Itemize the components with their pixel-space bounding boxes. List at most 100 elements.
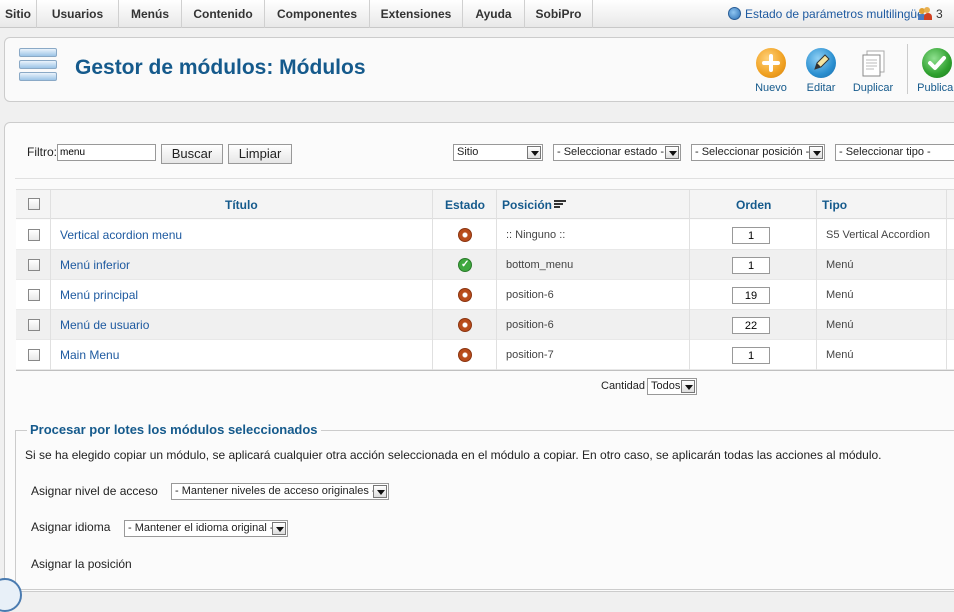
state-select-value: - Seleccionar estado - [557, 146, 664, 158]
menu-componentes[interactable]: Componentes [265, 0, 370, 28]
order-input[interactable] [732, 287, 770, 304]
column-order[interactable]: Orden [736, 190, 771, 220]
order-input[interactable] [732, 257, 770, 274]
multilang-status[interactable]: Estado de parámetros multilingüe [728, 0, 924, 28]
row-checkbox[interactable] [28, 289, 40, 301]
chevron-down-icon [373, 485, 387, 498]
edit-button[interactable]: Editar [793, 48, 849, 98]
table-row: Main Menu position-7 Menú [16, 340, 954, 370]
menu-menus[interactable]: Menús [119, 0, 182, 28]
edit-button-label: Editar [806, 82, 836, 94]
module-position: bottom_menu [506, 259, 574, 271]
new-button[interactable]: Nuevo [743, 48, 799, 98]
filter-label: Filtro: [27, 145, 57, 159]
menu-usuarios[interactable]: Usuarios [37, 0, 119, 28]
row-checkbox[interactable] [28, 259, 40, 271]
unpublished-status-icon[interactable] [458, 348, 472, 362]
chevron-down-icon [809, 146, 823, 159]
module-position: position-6 [506, 319, 554, 331]
column-title[interactable]: Título [225, 190, 258, 220]
module-manager-icon [19, 46, 61, 88]
row-checkbox[interactable] [28, 319, 40, 331]
add-icon [756, 48, 786, 78]
published-status-icon[interactable] [458, 258, 472, 272]
type-select-value: - Seleccionar tipo - [839, 146, 931, 158]
column-type[interactable]: Tipo [822, 190, 847, 220]
duplicate-button-label: Duplicar [852, 82, 894, 94]
column-position-label: Posición [502, 198, 553, 212]
sort-icon [554, 200, 567, 210]
main-panel: Filtro: Buscar Limpiar Sitio - Seleccion… [4, 122, 954, 592]
type-select[interactable]: - Seleccionar tipo - [835, 144, 954, 161]
chevron-down-icon [272, 522, 286, 535]
toolbar-separator [907, 44, 908, 94]
menu-contenido[interactable]: Contenido [182, 0, 265, 28]
unpublished-status-icon[interactable] [458, 318, 472, 332]
clear-button[interactable]: Limpiar [228, 144, 292, 164]
unpublished-status-icon[interactable] [458, 288, 472, 302]
chevron-down-icon [527, 146, 541, 159]
order-input[interactable] [732, 317, 770, 334]
row-checkbox[interactable] [28, 229, 40, 241]
toolbar: Gestor de módulos: Módulos Nuevo Editar … [4, 37, 954, 102]
edit-icon [806, 48, 836, 78]
module-type: Menú [826, 349, 854, 361]
table-row: Menú de usuario position-6 Menú [16, 310, 954, 340]
module-title-link[interactable]: Menú principal [60, 280, 138, 310]
new-button-label: Nuevo [755, 82, 787, 94]
position-label: Asignar la posición [31, 557, 132, 571]
module-type: Menú [826, 319, 854, 331]
publish-button-label: Publicar [917, 82, 954, 94]
position-select[interactable]: - Seleccionar posición - [691, 144, 825, 161]
batch-note: Si se ha elegido copiar un módulo, se ap… [25, 448, 882, 462]
chevron-down-icon [665, 146, 679, 159]
chevron-down-icon [681, 380, 695, 393]
table-row: Menú principal position-6 Menú [16, 280, 954, 310]
language-label: Asignar idioma [31, 520, 111, 534]
module-position: position-7 [506, 349, 554, 361]
duplicate-button[interactable]: Duplicar [845, 48, 901, 98]
quantity-select-value: Todos [651, 380, 681, 392]
module-title-link[interactable]: Menú de usuario [60, 310, 149, 340]
select-all-checkbox[interactable] [28, 198, 40, 210]
menu-extensiones[interactable]: Extensiones [370, 0, 463, 28]
client-select[interactable]: Sitio [453, 144, 543, 161]
quantity-select[interactable]: Todos [647, 378, 697, 395]
globe-icon [728, 7, 741, 20]
module-position: :: Ninguno :: [506, 229, 566, 241]
order-input[interactable] [732, 347, 770, 364]
state-select[interactable]: - Seleccionar estado - [553, 144, 681, 161]
module-title-link[interactable]: Vertical acordion menu [60, 220, 182, 250]
table-row: Vertical acordion menu :: Ninguno :: S5 … [16, 220, 954, 250]
table-row: Menú inferior bottom_menu Menú [16, 250, 954, 280]
divider [15, 178, 954, 179]
module-title-link[interactable]: Main Menu [60, 340, 119, 370]
copy-icon [858, 48, 888, 78]
multilang-status-label: Estado de parámetros multilingüe [745, 7, 924, 21]
row-checkbox[interactable] [28, 349, 40, 361]
position-select-value: - Seleccionar posición - [695, 146, 810, 158]
check-icon [922, 48, 952, 78]
access-select-value: - Mantener niveles de acceso originales … [175, 485, 376, 497]
filter-input[interactable] [57, 144, 156, 161]
module-type: S5 Vertical Accordion [826, 229, 930, 241]
menu-sitio[interactable]: Sitio [0, 0, 37, 28]
menu-ayuda[interactable]: Ayuda [463, 0, 525, 28]
access-select[interactable]: - Mantener niveles de acceso originales … [171, 483, 389, 500]
batch-legend: Procesar por lotes los módulos seleccion… [27, 422, 321, 437]
search-button[interactable]: Buscar [161, 144, 223, 164]
users-icon [918, 7, 932, 20]
page-title: Gestor de módulos: Módulos [75, 56, 366, 79]
module-title-link[interactable]: Menú inferior [60, 250, 130, 280]
column-position[interactable]: Posición [502, 190, 567, 220]
unpublished-status-icon[interactable] [458, 228, 472, 242]
access-label: Asignar nivel de acceso [31, 484, 158, 498]
order-input[interactable] [732, 227, 770, 244]
language-select[interactable]: - Mantener el idioma original - [124, 520, 288, 537]
column-status[interactable]: Estado [445, 190, 485, 220]
top-menu-bar: Sitio Usuarios Menús Contenido Component… [0, 0, 954, 49]
language-select-value: - Mantener el idioma original - [128, 522, 274, 534]
menu-sobipro[interactable]: SobiPro [525, 0, 593, 28]
client-select-value: Sitio [457, 146, 479, 158]
publish-button[interactable]: Publicar [909, 48, 954, 98]
